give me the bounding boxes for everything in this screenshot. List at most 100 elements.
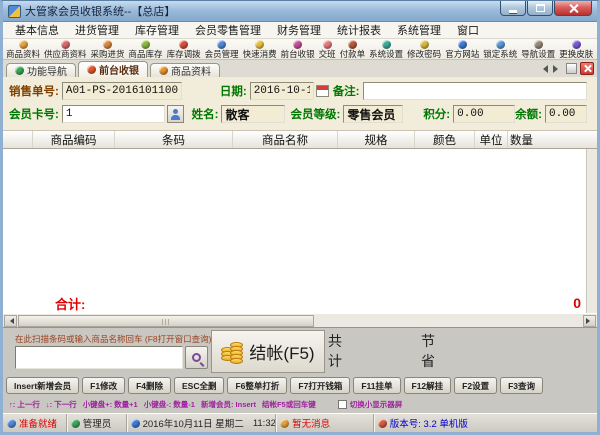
points-field[interactable]: [453, 105, 516, 123]
toolbar-button[interactable]: 供应商资料: [42, 40, 89, 59]
app-icon: [8, 4, 21, 18]
toolbar-button[interactable]: 付款单: [338, 40, 368, 59]
grid-column-header[interactable]: 单位: [475, 131, 508, 148]
search-button[interactable]: [185, 346, 208, 369]
toolbar-button[interactable]: 商品库存: [127, 40, 165, 59]
level-field[interactable]: [343, 105, 404, 123]
barcode-scan-input[interactable]: [15, 346, 183, 369]
grid-body[interactable]: [3, 149, 597, 293]
minimize-button[interactable]: [500, 1, 526, 16]
name-field[interactable]: [221, 105, 286, 123]
toolbar-button[interactable]: 导航设置: [519, 40, 557, 59]
tab-scroll-left-button[interactable]: [538, 63, 549, 74]
function-key-button[interactable]: F12解挂: [403, 377, 452, 394]
card-no-label: 会员卡号:: [9, 109, 59, 121]
function-key-button[interactable]: F2设置: [454, 377, 498, 394]
grid-column-header[interactable]: 数量: [508, 131, 535, 148]
grid-column-header[interactable]: 商品名称: [233, 131, 338, 148]
hint-text: ↑: 上一行: [9, 400, 40, 409]
close-button[interactable]: [554, 1, 592, 16]
ready-icon: [7, 418, 16, 428]
tab[interactable]: 功能导航: [6, 63, 76, 78]
scroll-right-button[interactable]: [583, 315, 596, 327]
toolbar-button[interactable]: 前台收银: [279, 40, 317, 59]
arrow-right-icon: [586, 318, 593, 324]
toolbar-button[interactable]: 修改密码: [405, 40, 443, 59]
toolbar-button[interactable]: 会员管理: [203, 40, 241, 59]
user-text: 管理员: [82, 419, 112, 430]
maximize-icon: [535, 4, 545, 12]
toolbar-button[interactable]: 交班: [317, 40, 338, 59]
saving-label: 节省: [421, 333, 435, 369]
grid-column-header[interactable]: 规格: [338, 131, 415, 148]
function-key-button[interactable]: Insert新增会员: [6, 377, 80, 394]
member-lookup-button[interactable]: [166, 105, 184, 123]
scroll-left-button[interactable]: [4, 315, 17, 327]
toolbar-button[interactable]: 官方网站: [443, 40, 481, 59]
function-key-bar: Insert新增会员 F1修改 F4删除 ESC全删 F6整单打折 F7打开钱箱…: [3, 375, 597, 396]
toolbar-button[interactable]: 采购进货: [89, 40, 127, 59]
tab[interactable]: 前台收银: [78, 61, 148, 77]
grid-column-header[interactable]: 条码: [115, 131, 233, 148]
items-grid: 商品编码 条码 商品名称 规格 颜色 单位 数量 合计: 0: [3, 131, 597, 313]
tab-scroll-right-button[interactable]: [552, 63, 563, 74]
function-key-button[interactable]: F6整单打折: [227, 377, 288, 394]
sale-no-field[interactable]: [61, 82, 182, 100]
toolbar-button[interactable]: 库存调拨: [165, 40, 203, 59]
function-key-button[interactable]: ESC全删: [174, 377, 225, 394]
goods-icon: [18, 40, 28, 49]
close-icon: [584, 65, 591, 72]
status-datetime: 2016年10月11日 星期二 11:32:05: [127, 414, 277, 432]
menu-item[interactable]: 窗口: [449, 21, 487, 39]
status-ready: 准备就绪: [3, 414, 67, 432]
maximize-button[interactable]: [527, 1, 553, 16]
toolbar-button[interactable]: 锁定系统: [481, 40, 519, 59]
menu-item[interactable]: 进货管理: [67, 21, 127, 39]
toolbar-button-label: 锁定系统: [483, 49, 518, 59]
function-key-button[interactable]: F7打开钱箱: [290, 377, 351, 394]
arrow-left-icon: [7, 318, 14, 324]
toolbar-button[interactable]: 商品资料: [4, 40, 42, 59]
balance-field[interactable]: [545, 105, 587, 123]
tab-list-button[interactable]: [566, 63, 577, 74]
toolbar-button-label: 供应商资料: [44, 49, 87, 59]
status-bar: 准备就绪 管理员 2016年10月11日 星期二 11:32:05 暂无消息 版…: [3, 413, 597, 432]
date-field[interactable]: [249, 82, 314, 100]
status-user: 管理员: [67, 414, 127, 432]
remark-field[interactable]: [362, 82, 587, 100]
toolbar-button[interactable]: 更换皮肤: [557, 40, 595, 59]
function-key-button[interactable]: F4删除: [128, 377, 171, 394]
menu-item[interactable]: 财务管理: [269, 21, 329, 39]
toolbar-button[interactable]: 快速消费: [241, 40, 279, 59]
function-key-button[interactable]: F11挂单: [353, 377, 401, 394]
menu-item[interactable]: 系统管理: [389, 21, 449, 39]
horizontal-scrollbar[interactable]: [3, 313, 597, 327]
calendar-icon[interactable]: [315, 85, 329, 97]
toolbar-button-label: 采购进货: [90, 49, 125, 59]
function-key-button[interactable]: F3查询: [500, 377, 544, 394]
scrollbar-thumb[interactable]: [18, 315, 314, 327]
grid-row-selector-column: [3, 131, 33, 148]
grid-column-header[interactable]: 商品编码: [33, 131, 115, 148]
grid-column-header[interactable]: 颜色: [415, 131, 475, 148]
tab-label: 前台收银: [99, 66, 139, 77]
version-icon: [377, 418, 387, 428]
website-icon: [457, 40, 467, 49]
app-window: 大管家会员收银系统--【总店】 基本信息 进货管理 库存管理 会员零售管理 财务…: [0, 0, 600, 435]
menu-item[interactable]: 库存管理: [127, 21, 187, 39]
menu-item[interactable]: 统计报表: [329, 21, 389, 39]
small-display-checkbox[interactable]: [337, 400, 347, 409]
menu-item[interactable]: 基本信息: [7, 21, 67, 39]
menu-item[interactable]: 会员零售管理: [187, 21, 269, 39]
card-no-field[interactable]: [61, 105, 165, 123]
lock-icon: [495, 40, 505, 49]
nav-tab-icon: [15, 66, 24, 75]
tab[interactable]: 商品资料: [150, 63, 220, 78]
vertical-scrollbar[interactable]: [586, 149, 597, 313]
message-icon: [280, 418, 290, 428]
tab-close-button[interactable]: [580, 62, 594, 75]
toolbar-button[interactable]: 系统设置: [367, 40, 405, 59]
toolbar-button-label: 导航设置: [521, 49, 556, 59]
function-key-button[interactable]: F1修改: [82, 377, 126, 394]
checkout-button[interactable]: 结帐(F5): [211, 330, 325, 373]
